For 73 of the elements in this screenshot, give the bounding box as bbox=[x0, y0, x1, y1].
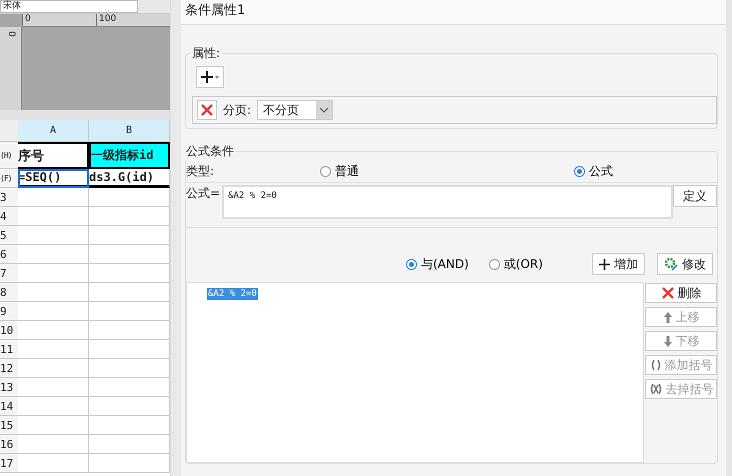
row-header[interactable]: 9 bbox=[0, 302, 18, 321]
table-cell[interactable] bbox=[18, 188, 89, 207]
table-cell[interactable]: =SEQ() bbox=[18, 169, 89, 188]
row-header[interactable]: 6 bbox=[0, 245, 18, 264]
row-header[interactable]: 4 bbox=[0, 207, 18, 226]
table-cell[interactable] bbox=[18, 226, 89, 245]
radio-dot[interactable] bbox=[574, 166, 585, 176]
field-label: 类型: bbox=[186, 162, 216, 180]
group-label: 公式条件 bbox=[185, 143, 235, 160]
table-cell[interactable] bbox=[18, 283, 89, 302]
row-header[interactable]: 12 bbox=[0, 359, 18, 378]
group-label: 属性: bbox=[191, 45, 222, 62]
delete-icon bbox=[200, 103, 214, 117]
font-select[interactable]: 宋体 bbox=[0, 0, 138, 13]
delete-icon bbox=[660, 286, 674, 300]
table-cell[interactable] bbox=[18, 340, 89, 359]
table-cell[interactable] bbox=[18, 321, 89, 340]
radio-dot[interactable] bbox=[488, 258, 500, 270]
splitter-bar[interactable] bbox=[0, 110, 170, 120]
select-all-corner[interactable] bbox=[0, 120, 18, 142]
row-header[interactable]: 11 bbox=[0, 340, 18, 359]
gear-icon bbox=[664, 257, 678, 271]
dialog-title: 条件属性1 bbox=[181, 0, 726, 25]
table-cell[interactable] bbox=[18, 245, 89, 264]
row-header[interactable]: 3 bbox=[0, 188, 18, 207]
row-header[interactable]: (F) bbox=[0, 169, 18, 188]
radio-button[interactable]: 与(AND) bbox=[406, 256, 469, 272]
down-arrow-icon bbox=[662, 334, 672, 348]
add-dropdown-button[interactable] bbox=[196, 66, 224, 88]
table-cell[interactable] bbox=[18, 397, 89, 416]
page-select[interactable]: 不分页 bbox=[257, 100, 334, 120]
row-header[interactable]: 14 bbox=[0, 397, 18, 416]
remove-parentheses-icon bbox=[648, 383, 662, 395]
table-cell[interactable] bbox=[18, 454, 89, 473]
radio-button[interactable]: 普通 bbox=[320, 162, 574, 180]
ruler-label: 0 bbox=[6, 31, 16, 37]
field-label: 分页: bbox=[223, 102, 252, 118]
define-button[interactable]: 定义 bbox=[673, 185, 717, 207]
plus-icon bbox=[200, 69, 220, 85]
column-header[interactable]: B bbox=[89, 120, 170, 142]
table-cell[interactable] bbox=[18, 359, 89, 378]
formula-field[interactable]: &A2 % 2=0 bbox=[222, 185, 673, 219]
table-cell[interactable] bbox=[18, 416, 89, 435]
table-cell[interactable] bbox=[18, 264, 89, 283]
radio-button[interactable]: 或(OR) bbox=[488, 256, 543, 272]
row-header[interactable]: 5 bbox=[0, 226, 18, 245]
row-header[interactable]: 15 bbox=[0, 416, 18, 435]
table-cell[interactable] bbox=[18, 435, 89, 454]
row-header[interactable]: (H) bbox=[0, 142, 18, 169]
chevron-down-icon bbox=[319, 107, 330, 113]
row-header[interactable]: 13 bbox=[0, 378, 18, 397]
field-label: 公式= bbox=[186, 185, 220, 202]
column-header[interactable]: A bbox=[18, 120, 89, 142]
row-header[interactable]: 7 bbox=[0, 264, 18, 283]
delete-button[interactable]: 删除 bbox=[645, 283, 717, 303]
radio-dot[interactable] bbox=[406, 258, 417, 270]
row-header[interactable]: 17 bbox=[0, 454, 18, 473]
add-button[interactable]: 增加 bbox=[592, 253, 645, 275]
row-header[interactable]: 16 bbox=[0, 435, 18, 454]
table-cell[interactable] bbox=[18, 207, 89, 226]
row-header[interactable]: 8 bbox=[0, 283, 18, 302]
table-cell[interactable]: 一级指标id bbox=[89, 142, 170, 169]
row-header[interactable]: 10 bbox=[0, 321, 18, 340]
table-cell[interactable] bbox=[18, 302, 89, 321]
radio-dot[interactable] bbox=[320, 166, 331, 176]
modify-button[interactable]: 修改 bbox=[657, 253, 713, 275]
table-cell[interactable] bbox=[18, 378, 89, 397]
parentheses-icon bbox=[650, 359, 662, 371]
radio-button[interactable]: 公式 bbox=[574, 162, 654, 180]
plus-icon bbox=[599, 258, 610, 270]
ruler-label: 0 bbox=[22, 14, 96, 26]
remove-button[interactable] bbox=[197, 100, 217, 120]
up-arrow-icon bbox=[662, 310, 672, 324]
